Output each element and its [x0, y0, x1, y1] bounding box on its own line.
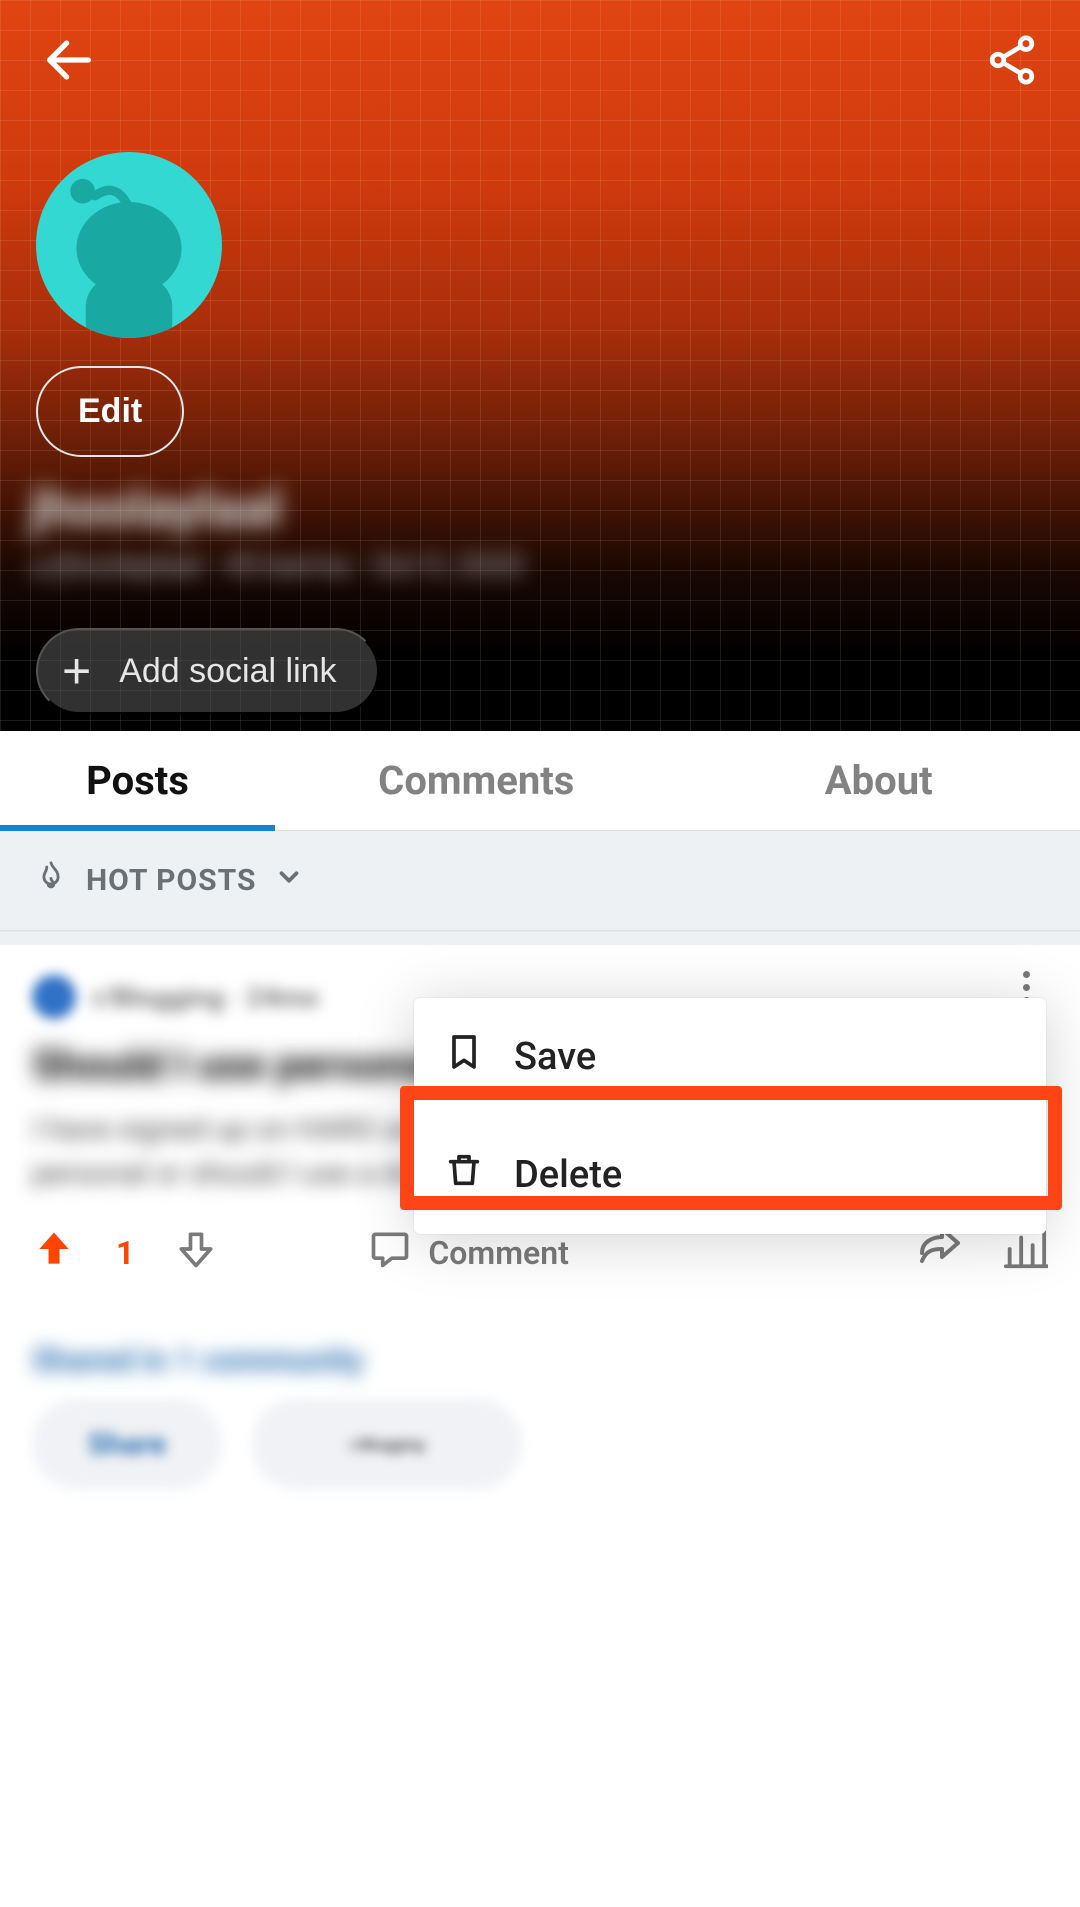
vote-count: 1 — [116, 1234, 134, 1272]
profile-display-name: jhoolaylaal — [30, 478, 282, 539]
bookmark-icon — [444, 1030, 484, 1084]
avatar[interactable] — [36, 152, 222, 338]
header-topbar — [0, 20, 1080, 100]
subreddit-avatar — [32, 975, 76, 1019]
community-chip[interactable]: r/Blogging — [252, 1399, 522, 1489]
menu-save-label: Save — [514, 1035, 596, 1079]
comment-icon — [368, 1227, 412, 1279]
shared-in-communities[interactable]: Shared in 1 community — [32, 1341, 1048, 1379]
tab-comments[interactable]: Comments — [275, 731, 678, 830]
divider — [0, 931, 1080, 945]
comment-button[interactable]: Comment — [368, 1227, 568, 1279]
menu-item-delete[interactable]: Delete — [414, 1116, 1046, 1234]
subreddit-meta: r/Blogging · 24mo — [92, 981, 319, 1014]
profile-meta: u/jhoolaylaal · 45 karma · Oct 9, 2020 — [30, 548, 524, 583]
share-chips: Share r/Blogging — [32, 1399, 1048, 1489]
profile-tabs: Posts Comments About — [0, 731, 1080, 831]
share-icon[interactable] — [984, 32, 1040, 88]
sort-bar[interactable]: HOT POSTS — [0, 831, 1080, 931]
comment-label: Comment — [428, 1234, 568, 1272]
chevron-down-icon — [274, 862, 304, 900]
add-social-link-button[interactable]: + Add social link — [36, 628, 379, 714]
post-context-menu: Save Delete — [414, 998, 1046, 1234]
tab-posts[interactable]: Posts — [0, 731, 275, 830]
back-icon[interactable] — [40, 31, 98, 89]
sort-label: HOT POSTS — [86, 863, 256, 898]
share-chip[interactable]: Share — [32, 1399, 222, 1489]
tab-about[interactable]: About — [678, 731, 1080, 830]
plus-icon: + — [62, 646, 91, 696]
menu-item-save[interactable]: Save — [414, 998, 1046, 1116]
edit-button[interactable]: Edit — [36, 366, 184, 457]
add-social-label: Add social link — [119, 652, 336, 691]
insights-button[interactable] — [1002, 1226, 1048, 1280]
trash-icon — [444, 1148, 484, 1202]
hot-icon — [34, 860, 68, 902]
downvote-button[interactable] — [174, 1227, 218, 1279]
profile-banner: Edit jhoolaylaal u/jhoolaylaal · 45 karm… — [0, 0, 1080, 731]
menu-delete-label: Delete — [514, 1153, 622, 1197]
upvote-button[interactable] — [32, 1227, 76, 1279]
